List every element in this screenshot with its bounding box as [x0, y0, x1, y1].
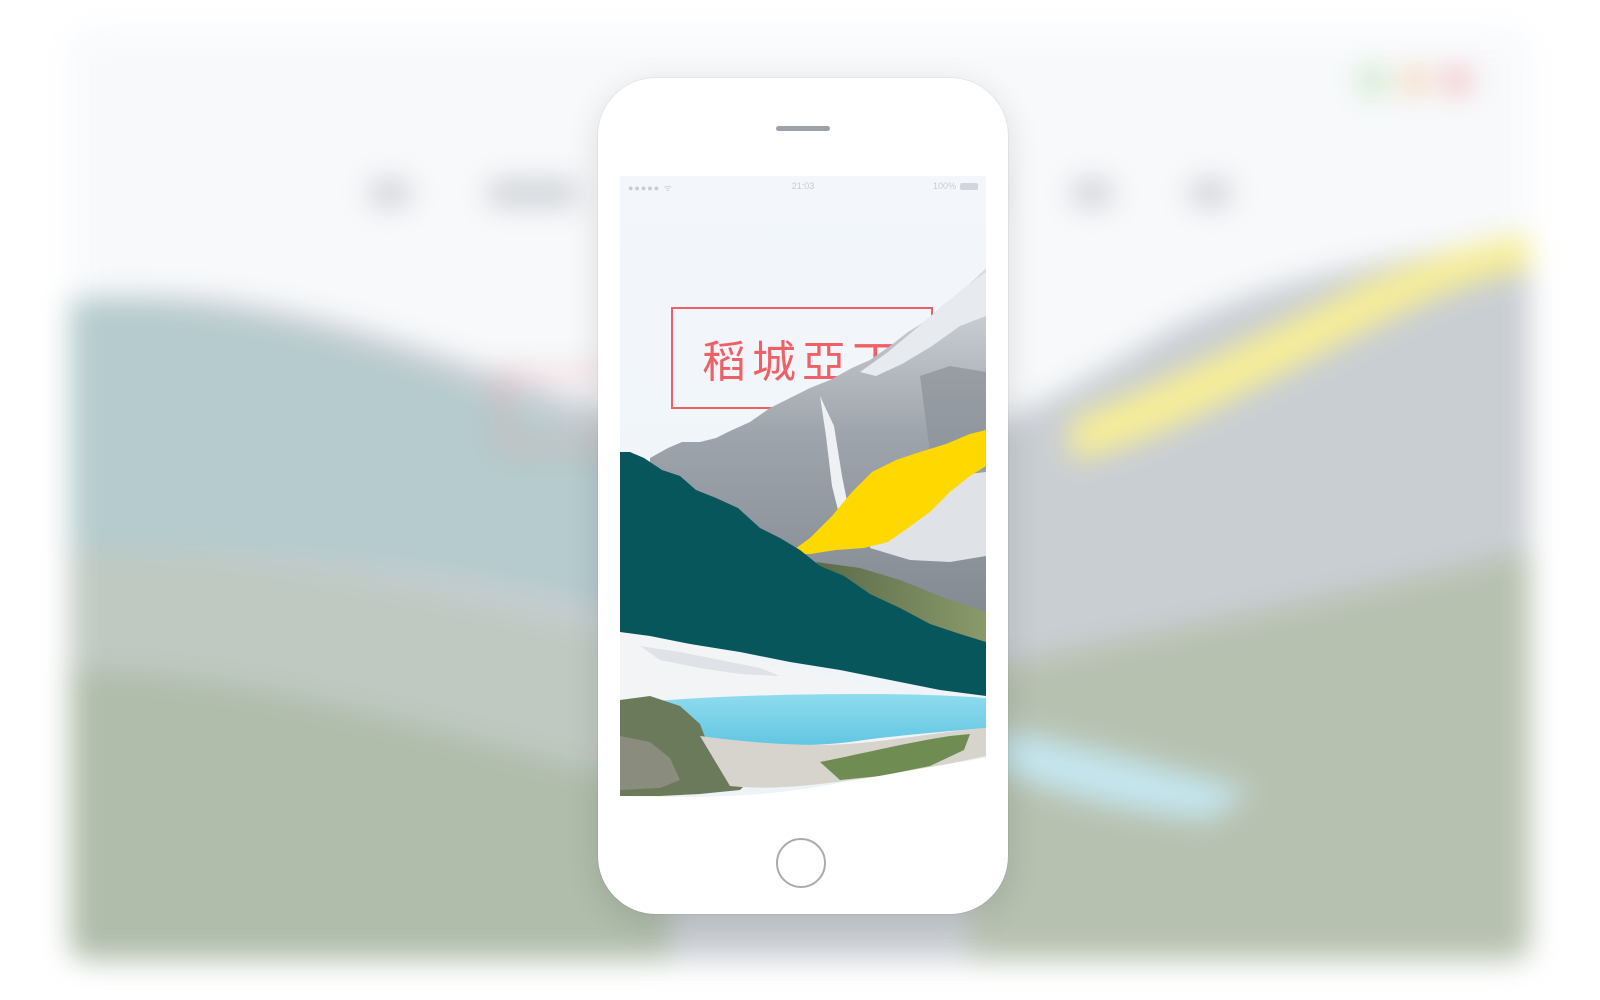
- speaker-icon: [776, 126, 830, 131]
- phone-screen[interactable]: ●●●●● ᯤ 21:03 100% 稻城亞丁: [620, 176, 986, 812]
- presentation-stage: ●●●●● ᯤ 21:03 100% 稻城亞丁: [0, 0, 1600, 1000]
- landscape-artwork: [620, 268, 986, 812]
- home-button-icon[interactable]: [776, 838, 826, 888]
- phone-mockup: ●●●●● ᯤ 21:03 100% 稻城亞丁: [598, 78, 1008, 914]
